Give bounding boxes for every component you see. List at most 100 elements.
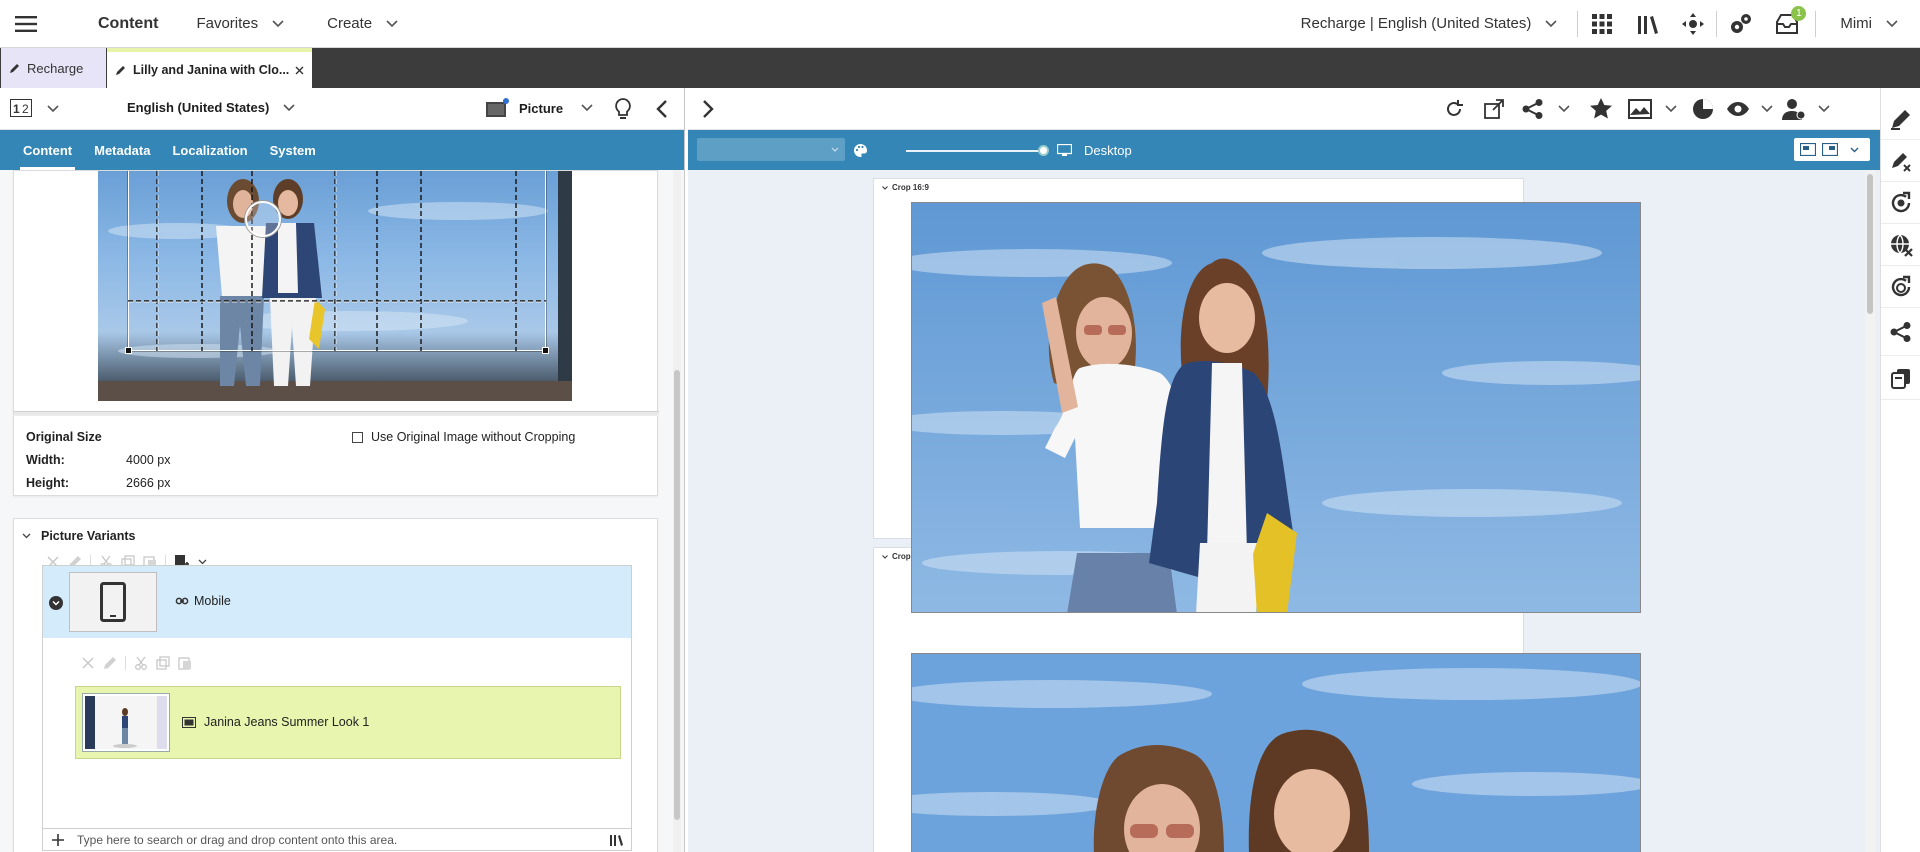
device-label: Desktop [1084,143,1132,158]
rail-globe-off-icon[interactable] [1881,224,1920,266]
drop-search-field[interactable]: Type here to search or drag and drop con… [43,828,631,850]
star-icon[interactable] [1590,98,1612,119]
rail-sync-icon[interactable] [1881,182,1920,224]
collapse-left-icon[interactable] [656,99,668,119]
doc-tab-recharge[interactable]: Recharge [1,48,106,88]
tab-metadata[interactable]: Metadata [83,130,161,170]
crop-handle[interactable] [125,347,132,354]
pencil-icon [10,64,19,73]
expand-right-icon[interactable] [702,99,714,119]
apps-grid-icon[interactable] [1578,0,1626,48]
notification-badge: 1 [1791,5,1807,21]
chevron-down-icon [272,19,284,27]
crop-4-3-photo [911,653,1641,852]
locale-selector[interactable]: English (United States) [127,100,295,115]
doctype-selector[interactable]: Picture [485,98,593,118]
chevron-down-icon [386,19,398,27]
tab-localization[interactable]: Localization [161,130,258,170]
rail-versions-icon[interactable] [1881,356,1920,400]
eye-icon[interactable] [1726,101,1750,117]
tab-system[interactable]: System [259,130,327,170]
variants-list: Mobile Janina Jeans Summer Look 1 Type h… [42,565,632,851]
zoom-slider[interactable] [906,145,1049,156]
use-original-checkbox[interactable]: Use Original Image without Cropping [352,430,575,444]
form-scrollbar[interactable] [673,170,681,852]
pie-chart-icon[interactable] [1692,98,1714,120]
user-settings-icon[interactable] [1782,98,1806,120]
variant-label: Mobile [194,594,231,608]
settings-gear-icon[interactable] [1717,0,1765,48]
open-external-icon[interactable] [1484,99,1504,119]
picture-variants-header[interactable]: Picture Variants [22,529,136,543]
create-menu[interactable]: Create [327,0,398,48]
site-selector[interactable]: Recharge | English (United States) [1301,0,1558,48]
chevron-down-icon[interactable] [1818,105,1830,113]
layout-toggle-group [1794,138,1870,161]
collapse-toggle-icon[interactable] [49,596,63,610]
checkbox-label: Use Original Image without Cropping [371,430,576,444]
chevron-down-icon[interactable] [1665,105,1677,113]
focus-point-handle[interactable] [245,201,281,237]
rail-edit-off-icon[interactable] [1881,140,1920,182]
lightbulb-icon[interactable] [614,98,632,120]
hamburger-menu-icon[interactable] [0,0,52,48]
chevron-down-icon[interactable] [47,105,59,113]
rail-scrollbar[interactable] [1865,170,1873,852]
share-icon[interactable] [1522,99,1544,119]
preview-dropdown[interactable] [697,138,845,161]
app-title: Content [98,14,159,32]
original-size-card: Original Size Width: 4000 px Height: 266… [13,416,658,496]
close-icon[interactable] [295,66,304,75]
tab-content[interactable]: Content [12,130,83,170]
favorites-menu[interactable]: Favorites [196,0,284,48]
palette-icon[interactable] [853,143,868,158]
close-icon[interactable] [81,656,95,670]
form-toolbar: 12 English (United States) Picture [0,88,684,130]
rail-globe-sync-icon[interactable] [1881,266,1920,308]
split-view-icon[interactable]: 12 [10,99,32,117]
crop-label: Crop 16:9 [892,183,929,192]
crop-image[interactable] [98,171,572,401]
refresh-icon[interactable] [1444,99,1464,119]
paste-icon[interactable] [178,656,192,670]
layout-b-icon[interactable] [1822,143,1838,156]
crop-editor [13,170,659,415]
crop-title[interactable]: Crop 16:9 [882,183,929,192]
picture-variants-card: Picture Variants Mobile Janina Jeans Sum… [13,518,658,852]
pencil-icon[interactable] [103,656,117,670]
picture-type-icon [486,98,509,117]
list-item[interactable]: Mobile [43,566,631,638]
chevron-down-icon [1886,19,1898,27]
doc-tab-label: Recharge [27,60,84,76]
library-icon[interactable] [609,834,623,846]
chevron-down-icon [22,533,31,539]
doc-tab-label: Lilly and Janina with Clo... [133,63,289,77]
layout-a-icon[interactable] [1800,143,1816,156]
user-menu[interactable]: Mimi [1816,0,1920,48]
doc-tab-active[interactable]: Lilly and Janina with Clo... [107,48,312,88]
divider [125,656,126,670]
plus-icon[interactable] [51,833,65,847]
crop-handle[interactable] [542,347,549,354]
width-value: 4000 px [126,453,171,467]
copy-icon[interactable] [156,656,170,670]
checkbox-box[interactable] [352,431,363,443]
rail-edit-icon[interactable] [1881,98,1920,140]
resize-grip[interactable] [14,411,659,415]
rail-share-icon[interactable] [1881,308,1920,356]
list-item[interactable]: Janina Jeans Summer Look 1 [75,686,621,759]
workflow-icon[interactable] [1670,0,1716,48]
slider-thumb[interactable] [1038,145,1049,156]
crop-16-9-photo [911,202,1641,613]
chevron-down-icon[interactable] [1850,147,1859,153]
doctype-label: Picture [519,100,564,116]
chevron-down-icon[interactable] [1558,105,1570,113]
cut-icon[interactable] [134,656,148,670]
pencil-icon [116,66,125,75]
chevron-down-icon[interactable] [1761,105,1773,113]
link-icon [175,597,189,605]
inbox-icon[interactable]: 1 [1765,0,1809,48]
image-view-icon[interactable] [1628,99,1652,119]
library-icon[interactable] [1626,0,1670,48]
scrollbar-thumb[interactable] [674,370,680,820]
